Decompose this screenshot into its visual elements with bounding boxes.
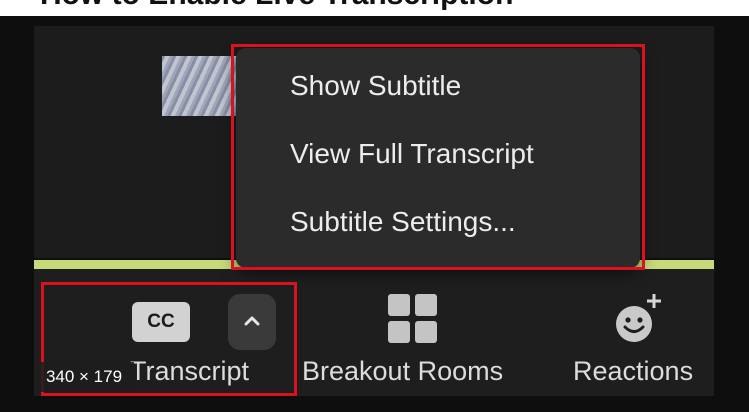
menu-item-subtitle-settings[interactable]: Subtitle Settings... [290, 200, 516, 244]
reactions-label: Reactions [573, 356, 694, 386]
reactions-button[interactable]: Reactions [560, 290, 720, 392]
transcript-label: Transcript [130, 356, 250, 386]
subtitle-menu: Show Subtitle View Full Transcript Subti… [236, 48, 640, 268]
breakout-rooms-label: Breakout Rooms [302, 356, 504, 386]
screenshot-stage: How to Enable Live Transcription Show Su… [0, 0, 749, 412]
menu-item-show-subtitle[interactable]: Show Subtitle [290, 64, 461, 108]
breakout-rooms-button[interactable]: Breakout Rooms [300, 290, 526, 392]
chevron-up-icon [244, 316, 260, 326]
image-size-badge: 340 × 179 [34, 362, 134, 392]
grid-icon [388, 294, 438, 344]
transcript-options-button[interactable] [228, 294, 276, 350]
closed-caption-icon: CC [132, 302, 190, 342]
menu-item-view-full-transcript[interactable]: View Full Transcript [290, 132, 534, 176]
emoji-add-icon [616, 294, 661, 342]
